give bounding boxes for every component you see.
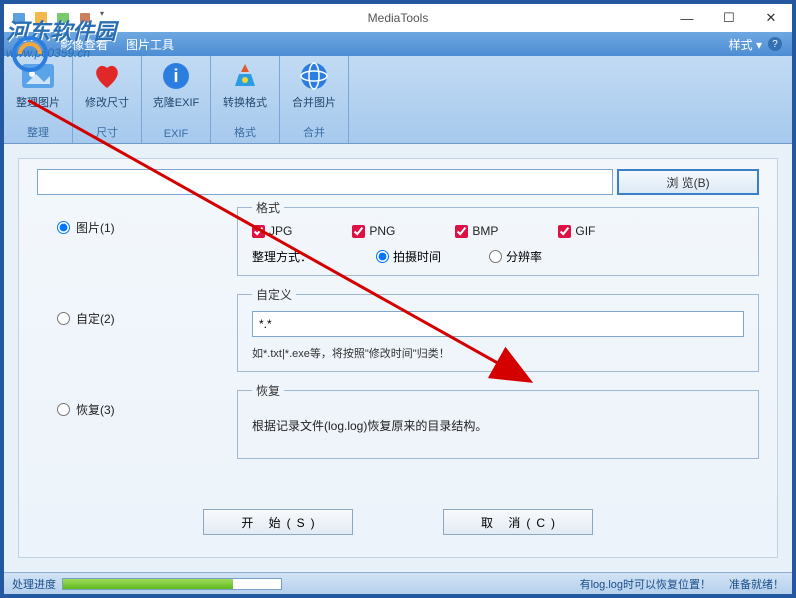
status-progress-label: 处理进度 xyxy=(12,576,56,592)
browse-button[interactable]: 浏 览(B) xyxy=(617,169,759,195)
ribbon-group-label: 格式 xyxy=(234,124,256,140)
custom-legend: 自定义 xyxy=(252,286,296,303)
ribbon-label: 转换格式 xyxy=(223,94,267,110)
ribbon-label: 合并图片 xyxy=(292,94,336,110)
heart-icon xyxy=(91,60,123,92)
path-input[interactable] xyxy=(37,169,613,195)
ribbon-clone-exif[interactable]: i 克隆EXIF xyxy=(150,60,202,110)
maximize-button[interactable]: ☐ xyxy=(708,4,750,32)
custom-hint: 如*.txt|*.exe等，将按照"修改时间"归类！ xyxy=(252,345,744,361)
mode-label: 恢复(3) xyxy=(76,401,115,418)
sort-by-time-radio[interactable]: 拍摄时间 xyxy=(376,248,441,265)
mode-restore-radio[interactable]: 恢复(3) xyxy=(57,401,237,418)
start-button[interactable]: 开 始(S) xyxy=(203,509,353,535)
sort-label: 整理方式： xyxy=(252,248,328,265)
ribbon-convert-format[interactable]: 转换格式 xyxy=(219,60,271,110)
mode-label: 图片(1) xyxy=(76,219,115,236)
cancel-button[interactable]: 取 消(C) xyxy=(443,509,593,535)
image-icon xyxy=(22,60,54,92)
minimize-button[interactable]: — xyxy=(666,4,708,32)
help-icon[interactable]: ? xyxy=(768,37,782,51)
format-fieldset: 格式 JPG PNG BMP GIF 整理方式： 拍摄时间 分辨率 xyxy=(237,199,759,276)
sort-by-resolution-radio[interactable]: 分辨率 xyxy=(489,248,542,265)
menu-image-tools[interactable]: 图片工具 xyxy=(126,36,174,53)
quick-dropdown-icon[interactable]: ▾ xyxy=(100,9,104,27)
progress-bar xyxy=(62,578,282,590)
window-title: MediaTools xyxy=(368,11,429,25)
custom-pattern-input[interactable] xyxy=(252,311,744,337)
quick-icon-1[interactable] xyxy=(10,9,28,27)
restore-legend: 恢复 xyxy=(252,382,284,399)
info-icon: i xyxy=(160,60,192,92)
globe-icon xyxy=(298,60,330,92)
ribbon-group-label: 合并 xyxy=(303,124,325,140)
ribbon-resize[interactable]: 修改尺寸 xyxy=(81,60,133,110)
ribbon-label: 修改尺寸 xyxy=(85,94,129,110)
custom-fieldset: 自定义 如*.txt|*.exe等，将按照"修改时间"归类！ xyxy=(237,286,759,372)
chk-jpg[interactable]: JPG xyxy=(252,224,292,238)
ribbon-group-label: 整理 xyxy=(27,124,49,140)
close-button[interactable]: ✕ xyxy=(750,4,792,32)
ribbon-merge-images[interactable]: 合并图片 xyxy=(288,60,340,110)
menu-style[interactable]: 样式 ▾ xyxy=(729,36,762,53)
menu-image-view[interactable]: 影像查看 xyxy=(60,36,108,53)
ribbon-label: 整理图片 xyxy=(16,94,60,110)
convert-icon xyxy=(229,60,261,92)
restore-fieldset: 恢复 根据记录文件(log.log)恢复原来的目录结构。 xyxy=(237,382,759,459)
status-log-hint: 有log.log时可以恢复位置！ xyxy=(580,576,711,592)
ribbon-organize-images[interactable]: 整理图片 xyxy=(12,60,64,110)
quick-icon-4[interactable] xyxy=(76,9,94,27)
quick-icon-3[interactable] xyxy=(54,9,72,27)
chk-bmp[interactable]: BMP xyxy=(455,224,498,238)
mode-custom-radio[interactable]: 自定(2) xyxy=(57,310,237,327)
format-legend: 格式 xyxy=(252,199,284,216)
ribbon-group-label: 尺寸 xyxy=(96,124,118,140)
mode-image-radio[interactable]: 图片(1) xyxy=(57,219,237,236)
mode-label: 自定(2) xyxy=(76,310,115,327)
chk-png[interactable]: PNG xyxy=(352,224,395,238)
chk-gif[interactable]: GIF xyxy=(558,224,595,238)
quick-icon-2[interactable] xyxy=(32,9,50,27)
svg-text:i: i xyxy=(173,66,178,86)
status-ready: 准备就绪！ xyxy=(729,576,784,592)
ribbon-group-label: EXIF xyxy=(164,128,188,140)
restore-text: 根据记录文件(log.log)恢复原来的目录结构。 xyxy=(252,407,744,448)
ribbon-label: 克隆EXIF xyxy=(153,94,199,110)
